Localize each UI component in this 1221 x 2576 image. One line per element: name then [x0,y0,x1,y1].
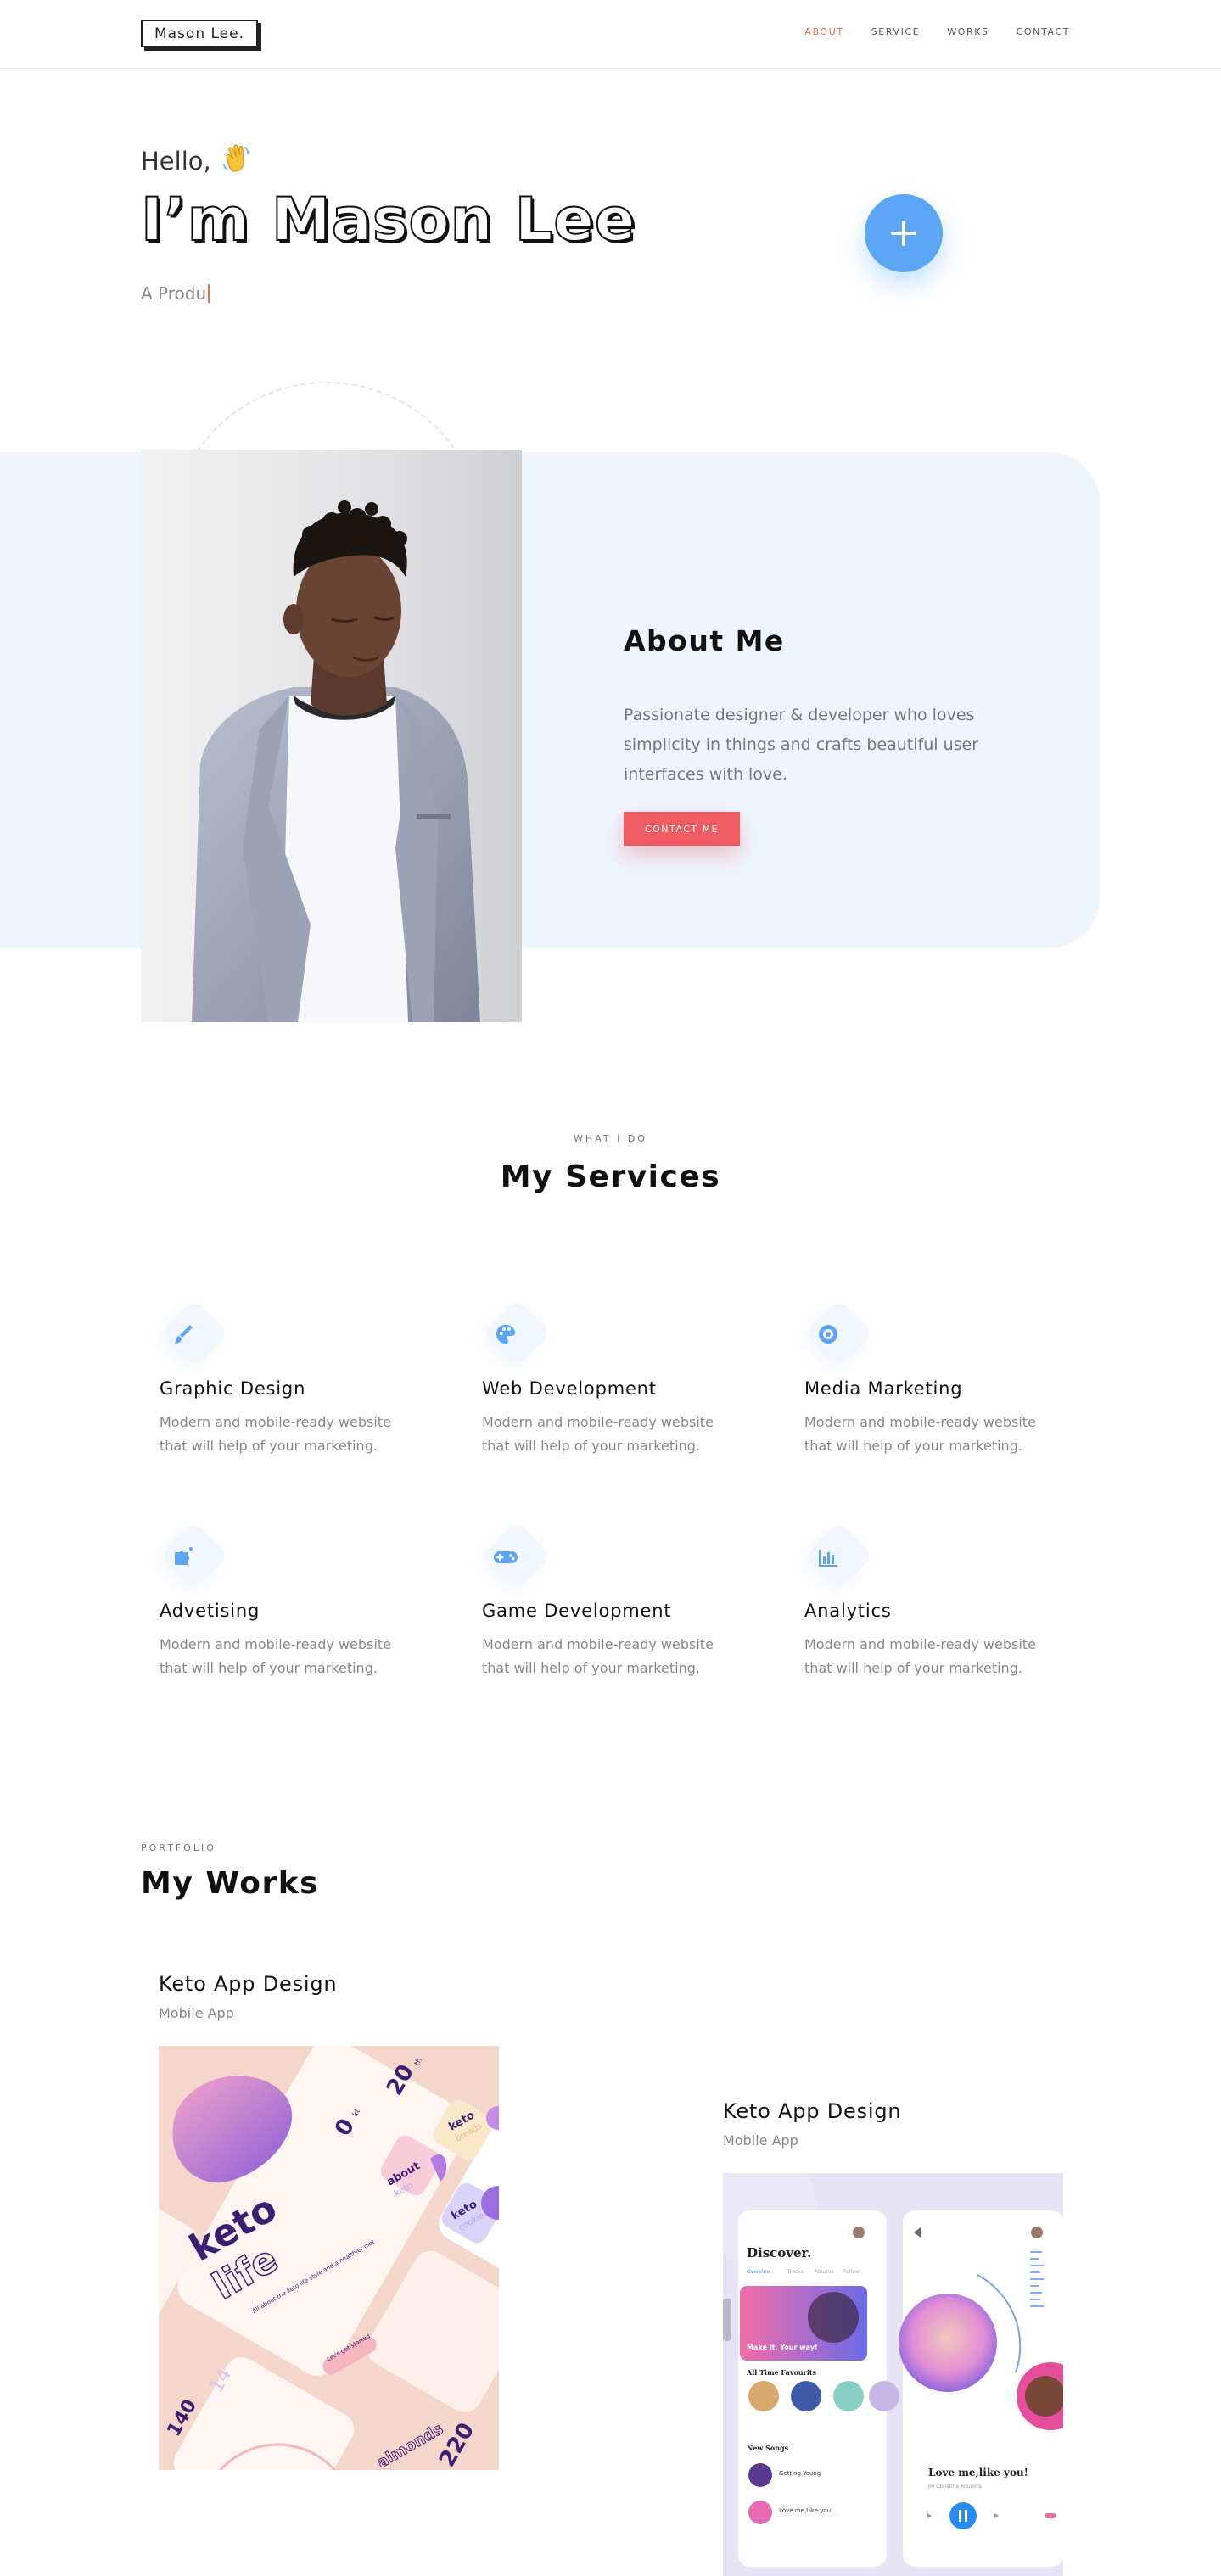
hero-typed-text: A Produ [141,283,210,304]
services-title: My Services [500,1159,721,1194]
service-icon-badge [804,1302,871,1368]
service-name: Media Marketing [804,1378,963,1399]
about-text: Passionate designer & developer who love… [624,706,979,784]
hero-greeting: Hello, [141,141,254,181]
service-card-advertising: Advetising Modern and mobile-ready websi… [160,1524,431,1680]
service-card-analytics: Analytics Modern and mobile-ready websit… [804,1524,1076,1680]
service-name: Advetising [160,1601,260,1621]
work-title[interactable]: Keto App Design [723,2099,901,2123]
mockup-artist: by Christina Aguilera [928,2484,982,2489]
puzzle-icon [166,1539,200,1573]
services-eyebrow: WHAT I DO [574,1133,647,1144]
mockup-tab-2: Tracks [787,2269,804,2275]
nav-item-contact[interactable]: CONTACT [1017,26,1070,37]
service-name: Graphic Design [160,1378,306,1399]
typing-caret [208,284,210,303]
mockup-song-1: Getting Young [779,2470,821,2477]
nav-item-about[interactable]: ABOUT [804,26,843,37]
site-logo[interactable]: Mason Lee. [141,20,258,47]
works-title: My Works [141,1866,320,1901]
waving-hand-icon [220,141,254,181]
work-title[interactable]: Keto App Design [159,1972,337,1996]
service-description: Modern and mobile-ready website that wil… [804,1636,1036,1676]
gamepad-icon [489,1539,523,1573]
mockup-section1: All Time Favourits [746,2368,817,2377]
hero-name: I’m Mason Lee [140,184,636,255]
mockup-section2: New Songs [747,2444,789,2452]
service-icon-badge [160,1302,226,1368]
work-subtitle: Mobile App [159,2005,234,2021]
service-name: Analytics [804,1601,892,1621]
service-icon-badge [804,1524,871,1590]
brush-icon [166,1317,200,1351]
bar-chart-icon [811,1539,845,1573]
main-nav: ABOUT SERVICE WORKS CONTACT [804,26,1070,37]
service-card-graphic-design: Graphic Design Modern and mobile-ready w… [160,1302,431,1458]
nav-item-works[interactable]: WORKS [947,26,989,37]
mockup-banner: Make It, Your way! [747,2344,818,2351]
site-header: Mason Lee. ABOUT SERVICE WORKS CONTACT [0,0,1221,69]
nav-item-service[interactable]: SERVICE [871,26,921,37]
service-name: Web Development [482,1378,657,1399]
portrait-photo [141,450,522,1022]
works-eyebrow: PORTFOLIO [141,1842,216,1853]
contact-me-button[interactable]: CONTACT ME [624,812,740,846]
mockup-now-playing: Love me,like you! [928,2467,1028,2478]
add-fab-button[interactable] [865,194,943,272]
target-icon [811,1317,845,1351]
service-icon-badge [160,1524,226,1590]
mockup-discover: Discover. [747,2245,811,2260]
service-description: Modern and mobile-ready website that wil… [160,1636,391,1676]
service-card-game-development: Game Development Modern and mobile-ready… [482,1524,753,1680]
service-card-web-development: Web Development Modern and mobile-ready … [482,1302,753,1458]
service-description: Modern and mobile-ready website that wil… [160,1414,391,1454]
typed-role: A Produ [141,283,207,304]
service-card-media-marketing: Media Marketing Modern and mobile-ready … [804,1302,1076,1458]
palette-icon [489,1317,523,1351]
service-description: Modern and mobile-ready website that wil… [482,1636,714,1676]
service-name: Game Development [482,1601,672,1621]
work-subtitle: Mobile App [723,2132,798,2149]
hero-greeting-text: Hello, [141,146,211,176]
work-image-keto-app[interactable]: keto life All about the keto life style … [159,2046,499,2470]
mockup-tab-1: Overview [747,2269,770,2275]
about-title: About Me [624,624,785,657]
mockup-tab-4: Follow [843,2269,860,2275]
plus-icon [891,221,916,246]
service-icon-badge [482,1524,548,1590]
mockup-tab-3: Albums [815,2269,833,2275]
service-description: Modern and mobile-ready website that wil… [804,1414,1036,1454]
mockup-song-2: Love me,Like you! [779,2507,833,2514]
service-description: Modern and mobile-ready website that wil… [482,1414,714,1454]
service-icon-badge [482,1302,548,1368]
work-image-music-app[interactable]: Discover. Overview Tracks Albums Follow … [723,2173,1063,2576]
